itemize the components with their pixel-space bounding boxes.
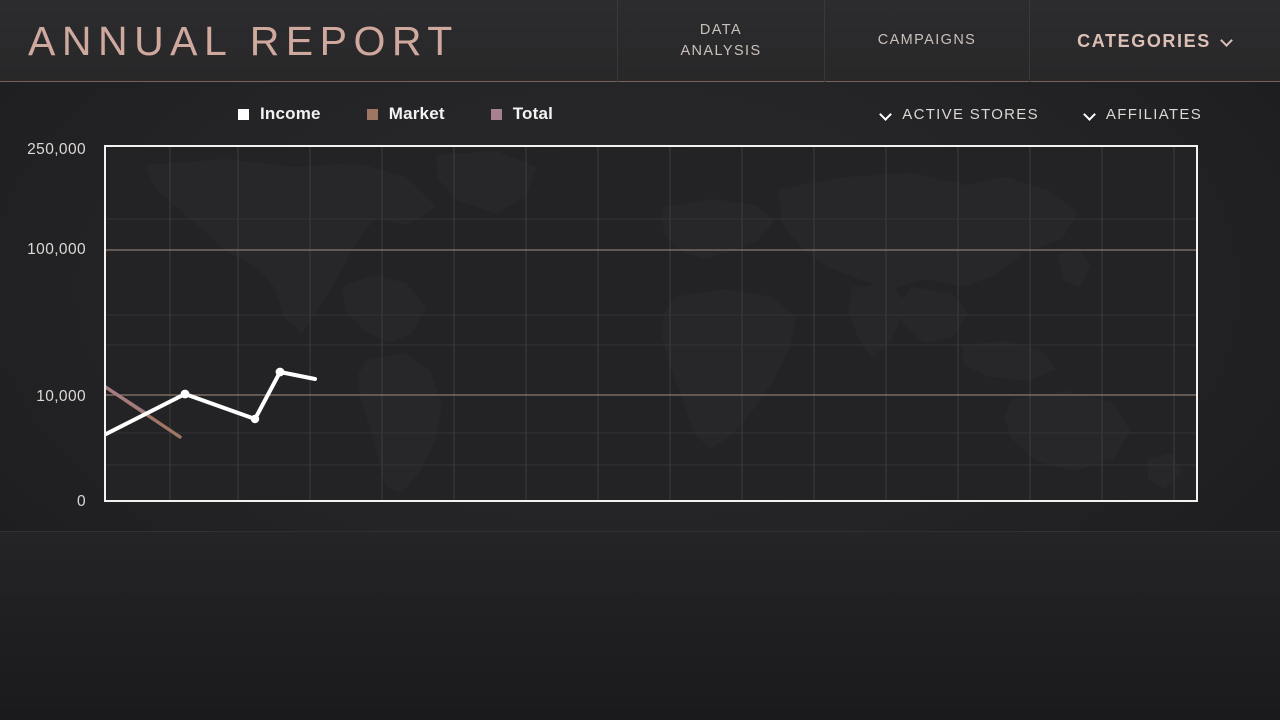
nav-item-label: CATEGORIES	[1077, 28, 1211, 54]
nav-item-label-line1: DATA	[700, 22, 742, 38]
plot-inner	[106, 147, 1196, 500]
filter-active-stores[interactable]: ACTIVE STORES	[879, 106, 1039, 123]
legend-swatch-icon	[491, 109, 502, 120]
filter-affiliates[interactable]: AFFILIATES	[1083, 106, 1202, 123]
legend-swatch-icon	[367, 109, 378, 120]
legend-swatch-icon	[238, 109, 249, 120]
y-axis-tick: 0	[77, 493, 86, 511]
chevron-down-icon	[1083, 108, 1097, 122]
chevron-down-icon	[879, 108, 893, 122]
legend-item-income[interactable]: Income	[238, 104, 321, 124]
legend-label: Income	[260, 104, 321, 124]
y-axis-tick: 10,000	[36, 388, 86, 406]
chart-toolbar: Income Market Total ACTIVE STORES AFFILI…	[0, 96, 1280, 138]
page-title: ANNUAL REPORT	[28, 21, 459, 62]
nav-item-data-analysis[interactable]: DATA ANALYSIS	[617, 0, 824, 82]
filter-label: AFFILIATES	[1106, 106, 1202, 123]
nav-item-label-line2: ANALYSIS	[680, 41, 761, 62]
nav-item-label: CAMPAIGNS	[878, 30, 977, 51]
main-nav: DATA ANALYSIS CAMPAIGNS CATEGORIES	[617, 0, 1280, 82]
nav-item-campaigns[interactable]: CAMPAIGNS	[824, 0, 1029, 82]
filter-label: ACTIVE STORES	[902, 106, 1039, 123]
y-axis-tick: 100,000	[27, 241, 86, 259]
series-line-total	[104, 386, 146, 413]
annual-report-dashboard: ANNUAL REPORT DATA ANALYSIS CAMPAIGNS CA…	[0, 0, 1280, 720]
y-axis: 250,000 100,000 10,000 0	[0, 145, 96, 505]
app-header: ANNUAL REPORT DATA ANALYSIS CAMPAIGNS CA…	[0, 0, 1280, 82]
lower-content-pane	[0, 532, 1280, 720]
nav-item-label: DATA ANALYSIS	[680, 20, 761, 62]
series-line-income	[104, 372, 315, 435]
data-point-marker[interactable]	[181, 390, 190, 399]
data-point-marker[interactable]	[251, 415, 259, 423]
legend-label: Total	[513, 104, 553, 124]
nav-item-categories[interactable]: CATEGORIES	[1029, 0, 1280, 82]
legend-label: Market	[389, 104, 445, 124]
plot-frame[interactable]	[104, 145, 1198, 502]
legend-item-total[interactable]: Total	[491, 104, 553, 124]
legend-item-market[interactable]: Market	[367, 104, 445, 124]
chevron-down-icon	[1221, 35, 1233, 47]
brand: ANNUAL REPORT	[28, 0, 459, 82]
chart-series	[106, 147, 1196, 500]
chart-filters: ACTIVE STORES AFFILIATES	[879, 106, 1202, 123]
chart-legend: Income Market Total	[238, 104, 553, 124]
data-point-marker[interactable]	[276, 368, 285, 377]
y-axis-tick: 250,000	[27, 141, 86, 159]
